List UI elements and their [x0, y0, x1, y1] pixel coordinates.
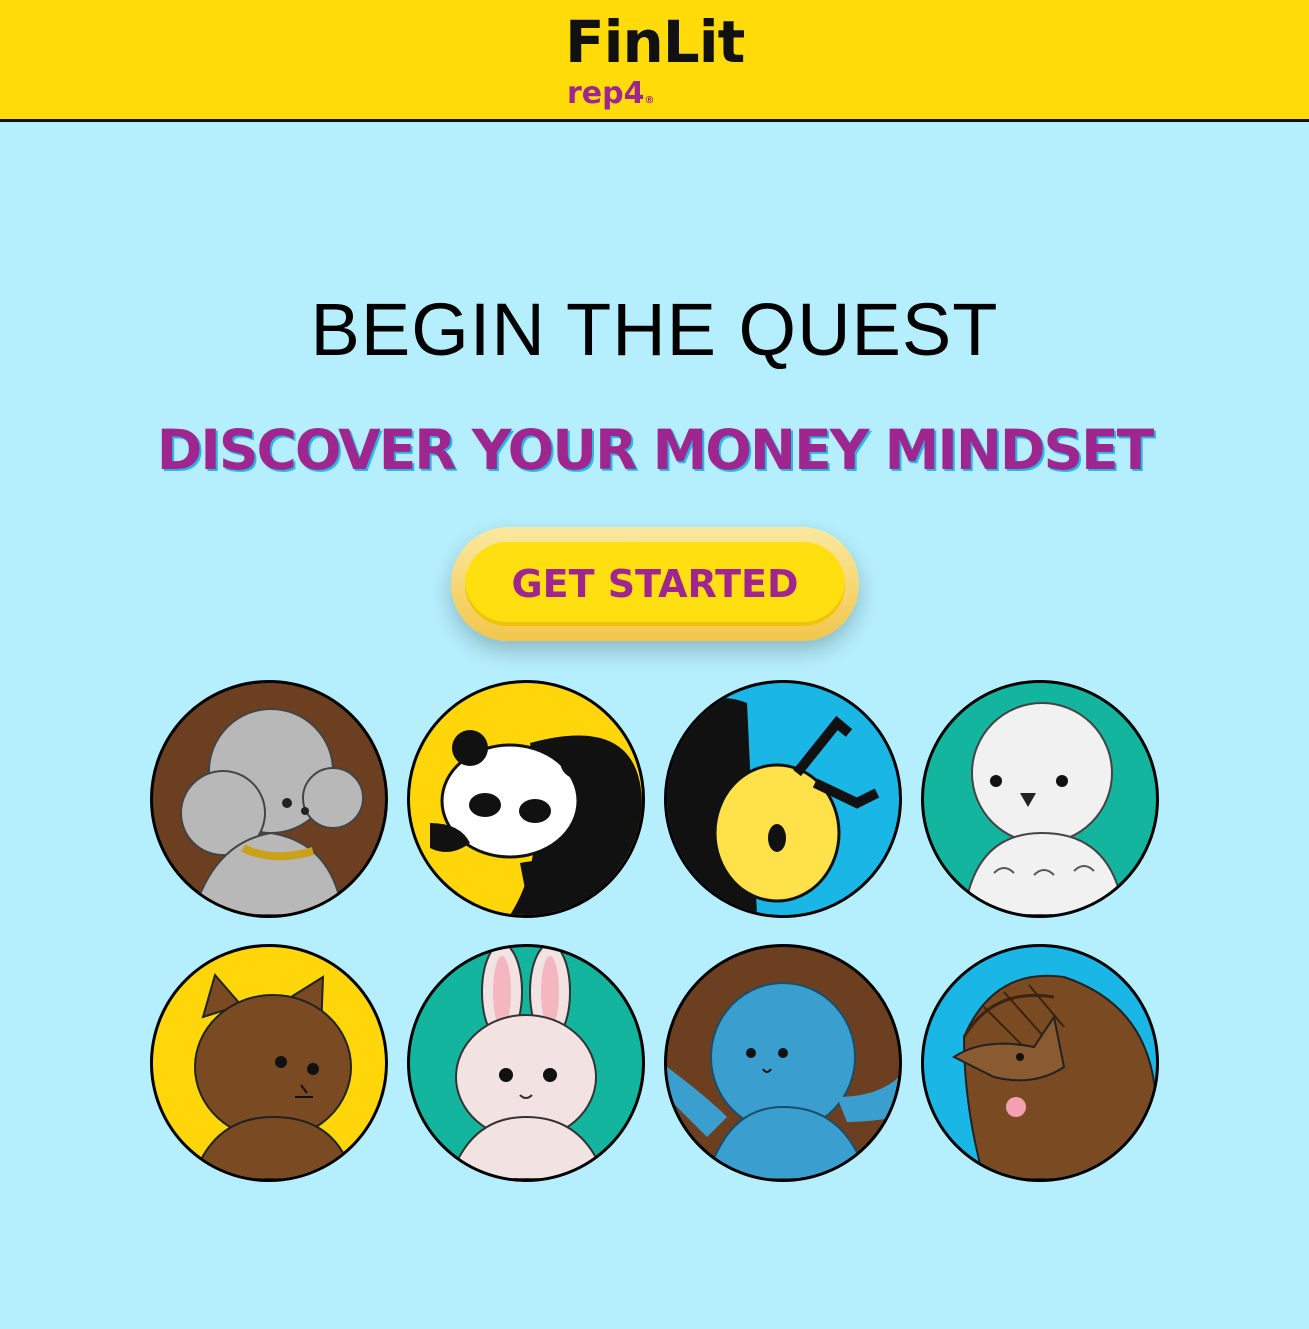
avatar-poodle[interactable] — [150, 680, 388, 918]
bee-icon — [667, 698, 880, 915]
avatar-bee[interactable] — [664, 680, 902, 918]
get-started-button-frame: GET STARTED — [451, 527, 859, 641]
sub-brand-label: rep4 — [567, 76, 645, 111]
top-header: FinLit rep4® — [0, 0, 1309, 122]
panda-icon — [430, 730, 642, 915]
page-title: BEGIN THE QUEST — [310, 288, 999, 371]
registered-mark: ® — [644, 95, 655, 106]
avatar-panda[interactable] — [407, 680, 645, 918]
page-subtitle: DISCOVER YOUR MONEY MINDSET — [156, 418, 1154, 482]
owl-icon — [962, 702, 1126, 915]
sub-brand: rep4® — [567, 76, 655, 119]
hamster-icon — [191, 972, 355, 1179]
brand-name: FinLit — [565, 8, 745, 76]
poodle-icon — [180, 708, 364, 915]
avatar-bunny[interactable] — [407, 944, 645, 1182]
avatar-octopus[interactable] — [664, 944, 902, 1182]
armadillo-icon — [952, 974, 1156, 1179]
octopus-icon — [667, 982, 899, 1179]
avatar-grid — [150, 680, 1160, 1185]
finlit-logo[interactable]: FinLit rep4® — [565, 10, 745, 120]
avatar-armadillo[interactable] — [921, 944, 1159, 1182]
avatar-hamster[interactable] — [150, 944, 388, 1182]
get-started-button[interactable]: GET STARTED — [465, 542, 845, 626]
avatar-owl[interactable] — [921, 680, 1159, 918]
bunny-icon — [448, 947, 607, 1179]
